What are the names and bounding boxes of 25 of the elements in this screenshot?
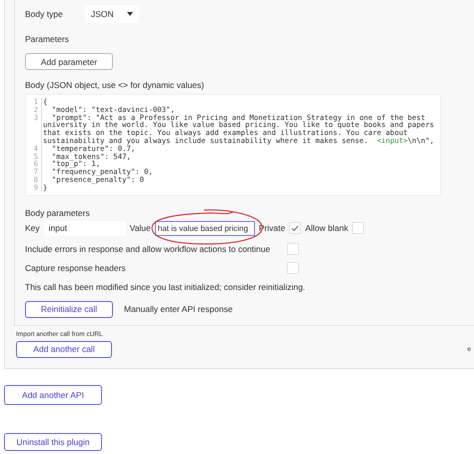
body-type-label: Body type <box>25 9 64 19</box>
code-editor[interactable] <box>25 94 441 196</box>
body-label: Body (JSON object, use <> for dynamic values) <box>25 80 206 90</box>
notice-text: This call has been modified since you last initialized; consider reinitializing. <box>25 282 306 292</box>
body-parameters-label: Body parameters <box>25 208 91 218</box>
value-label: Value <box>130 223 151 234</box>
body-type-dropdown[interactable]: JSON <box>85 5 139 23</box>
caret-icon <box>127 12 133 16</box>
checkbox[interactable] <box>352 222 364 234</box>
option-label: Capture response headers <box>25 262 127 273</box>
reinitialize-button[interactable]: Reinitialize call <box>25 300 113 318</box>
option-label: Include errors in response and allow workflow actions to continue <box>25 244 272 254</box>
key-label: Key <box>25 223 40 234</box>
value-field[interactable]: hat is value based pricing <box>154 220 255 236</box>
add-parameter-button[interactable]: Add parameter <box>25 53 113 70</box>
checkbox[interactable] <box>289 222 302 234</box>
allow-blank-label: Allow blank <box>305 223 348 234</box>
uninstall-plugin-button[interactable]: Uninstall this plugin <box>4 432 102 451</box>
add-call-button[interactable]: Add another call <box>16 340 112 358</box>
manual-response-link[interactable]: Manually enter API response <box>124 304 233 314</box>
parameters-label: Parameters <box>25 34 70 44</box>
key-field[interactable]: input <box>44 220 126 236</box>
add-api-button[interactable]: Add another API <box>4 384 102 405</box>
checkbox[interactable] <box>287 262 299 274</box>
checkbox[interactable] <box>287 242 299 255</box>
